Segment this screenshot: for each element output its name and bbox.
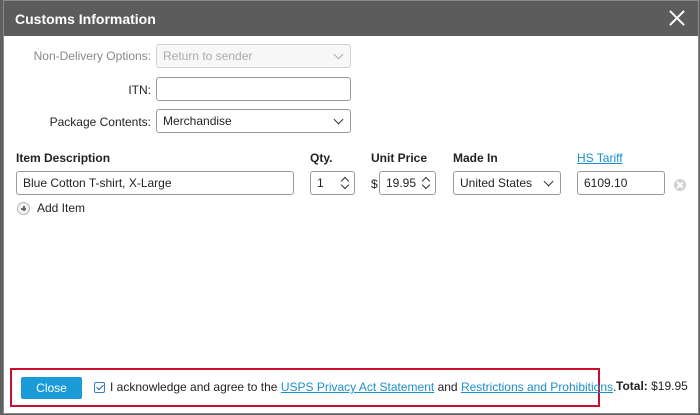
header-qty: Qty. xyxy=(310,151,333,165)
close-button[interactable]: Close xyxy=(21,377,82,399)
restrictions-link[interactable]: Restrictions and Prohibitions xyxy=(461,380,613,394)
acknowledge-checkbox[interactable] xyxy=(94,382,105,393)
privacy-act-link[interactable]: USPS Privacy Act Statement xyxy=(281,380,434,394)
non-delivery-value: Return to sender xyxy=(163,49,253,63)
add-item-label: Add Item xyxy=(37,201,86,215)
header-made-in: Made In xyxy=(453,151,498,165)
stepper-arrows-icon[interactable] xyxy=(421,174,432,192)
remove-item-icon[interactable] xyxy=(674,179,686,191)
made-in-select[interactable]: United States xyxy=(453,171,561,195)
dialog-title: Customs Information xyxy=(15,11,156,27)
unit-price-stepper[interactable]: 19.95 xyxy=(379,171,436,195)
package-contents-select[interactable]: Merchandise xyxy=(156,109,351,133)
acknowledge-text: I acknowledge and agree to the USPS Priv… xyxy=(110,380,616,394)
ack-prefix: I acknowledge and agree to the xyxy=(110,380,278,394)
total-value: $19.95 xyxy=(651,379,688,393)
package-contents-value: Merchandise xyxy=(163,114,232,128)
made-in-value: United States xyxy=(460,176,533,190)
acknowledgement-box: Close I acknowledge and agree to the USP… xyxy=(10,368,616,407)
itn-input[interactable] xyxy=(156,77,351,101)
ack-and: and xyxy=(437,380,458,394)
currency-symbol: $ xyxy=(371,177,378,191)
header-item-description: Item Description xyxy=(16,151,111,165)
itn-label: ITN: xyxy=(128,83,151,97)
total-label: Total: xyxy=(616,379,648,393)
unit-price-value: 19.95 xyxy=(386,176,417,190)
dialog-titlebar: Customs Information xyxy=(4,1,698,36)
non-delivery-label: Non-Delivery Options: xyxy=(33,49,151,63)
hs-tariff-link[interactable]: HS Tariff xyxy=(577,151,623,165)
chevron-down-icon xyxy=(333,49,344,60)
stepper-arrows-icon[interactable] xyxy=(340,174,351,192)
hs-tariff-input[interactable]: 6109.10 xyxy=(577,171,665,195)
total-amount: Total: $19.95 xyxy=(616,379,688,393)
close-icon[interactable] xyxy=(668,9,686,27)
chevron-down-icon xyxy=(333,114,344,125)
plus-icon xyxy=(17,202,30,215)
customs-dialog: Customs Information Non-Delivery Options… xyxy=(3,0,699,414)
non-delivery-select: Return to sender xyxy=(156,44,351,68)
qty-stepper[interactable]: 1 xyxy=(310,171,355,195)
hs-tariff-value: 6109.10 xyxy=(584,176,628,190)
item-description-input[interactable]: Blue Cotton T-shirt, X-Large xyxy=(16,171,294,195)
item-description-value: Blue Cotton T-shirt, X-Large xyxy=(23,176,172,190)
header-unit-price: Unit Price xyxy=(371,151,428,165)
package-contents-label: Package Contents: xyxy=(49,115,151,129)
qty-value: 1 xyxy=(317,176,324,190)
chevron-down-icon xyxy=(543,176,554,187)
